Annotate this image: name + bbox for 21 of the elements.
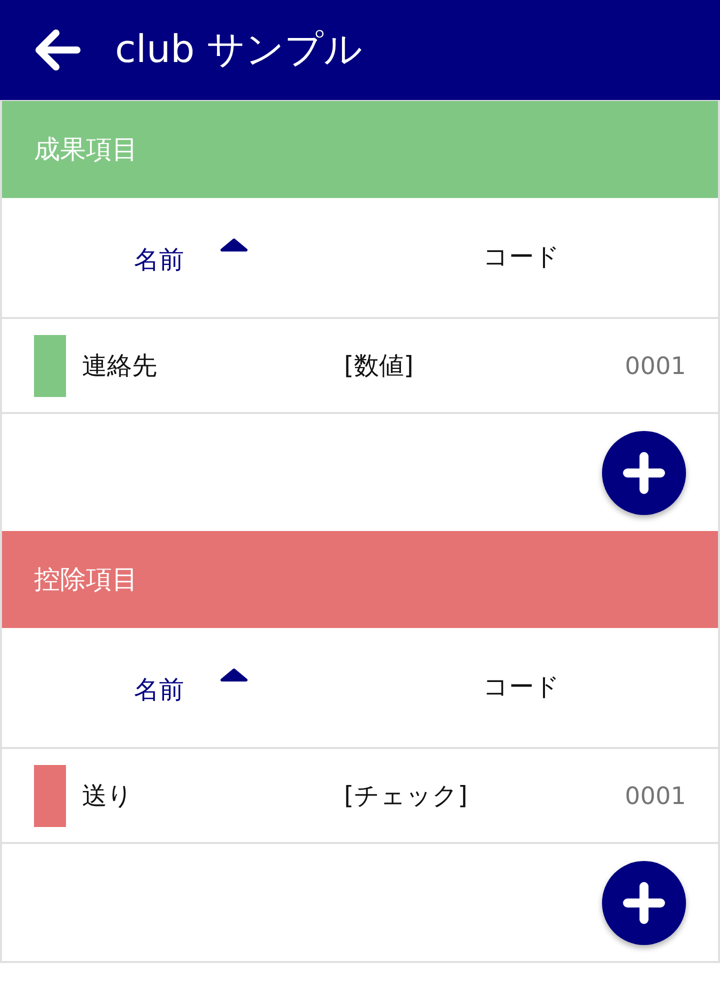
- item-code: 0001: [624, 782, 686, 810]
- item-code: 0001: [624, 352, 686, 380]
- column-header[interactable]: コード: [483, 241, 560, 274]
- add-button[interactable]: [602, 431, 686, 515]
- item-name: 送り: [81, 780, 134, 812]
- column-header[interactable]: コード: [483, 671, 560, 704]
- add-button[interactable]: [602, 861, 686, 945]
- app-title: club サンプル: [115, 27, 363, 73]
- item-name: 連絡先: [81, 350, 158, 382]
- section-title: 成果項目: [34, 134, 138, 167]
- plus-icon: [623, 882, 665, 924]
- item-type: [数値]: [344, 350, 415, 382]
- sort-caret-icon: [220, 668, 248, 682]
- plus-icon: [623, 452, 665, 494]
- sort-caret-icon: [220, 238, 248, 252]
- back-button[interactable]: [35, 29, 81, 71]
- section-title: 控除項目: [34, 564, 138, 597]
- arrow-left-icon: [35, 29, 81, 71]
- item-type: [チェック]: [344, 780, 469, 812]
- column-header[interactable]: 名前: [134, 668, 248, 707]
- column-header[interactable]: 名前: [134, 238, 248, 277]
